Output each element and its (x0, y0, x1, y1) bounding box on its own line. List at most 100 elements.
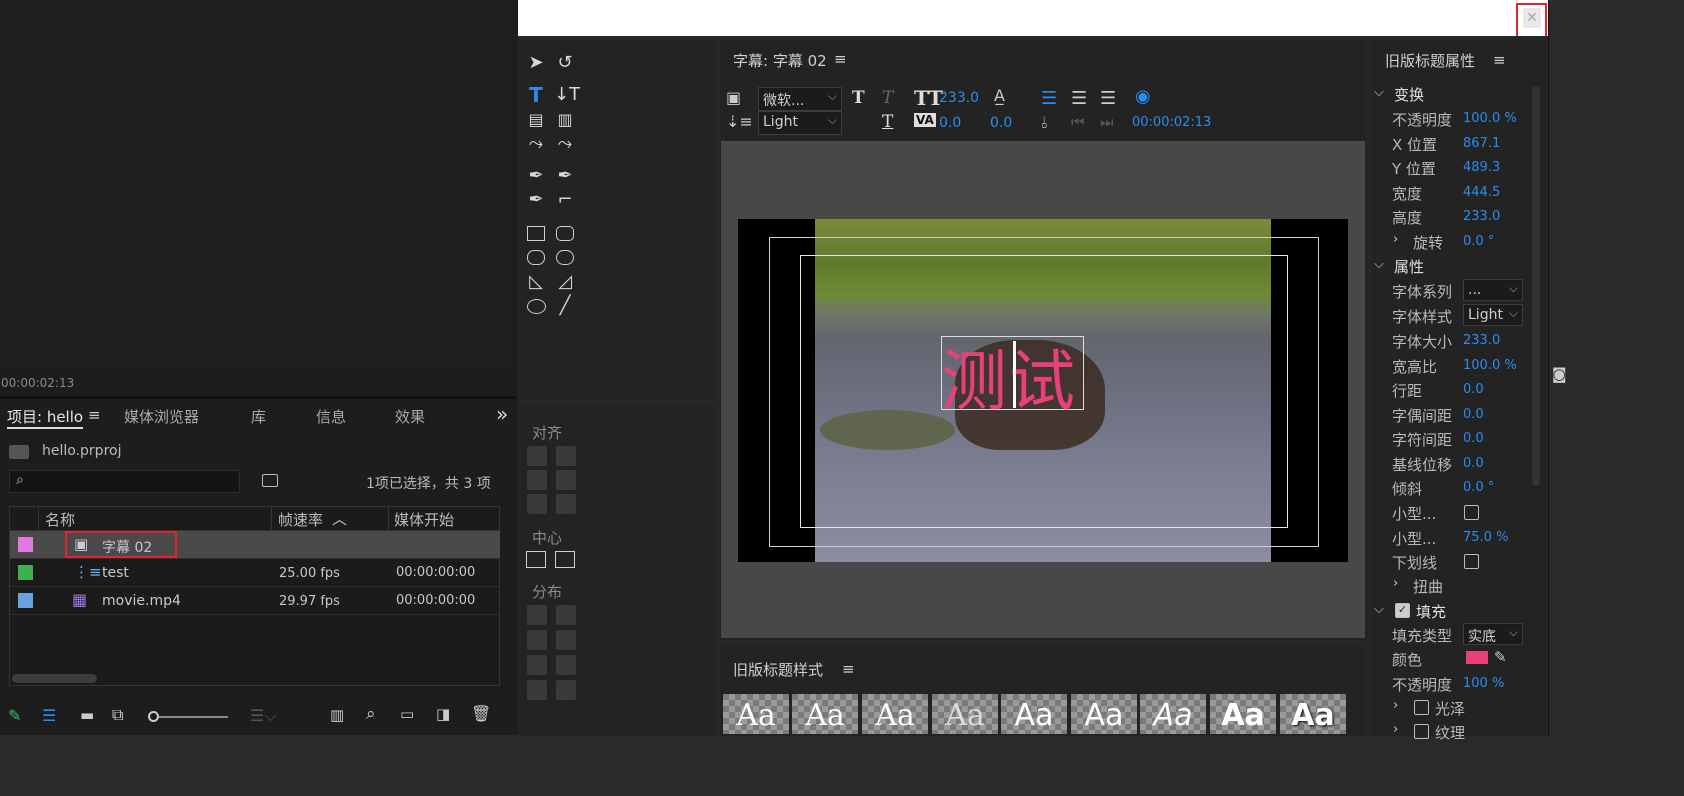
show-background-icon[interactable]: ◉ (1135, 86, 1151, 107)
underline-icon[interactable]: T (882, 112, 893, 132)
align-bottom-icon[interactable] (556, 494, 576, 514)
panel-menu-icon[interactable]: ≡ (834, 50, 847, 68)
line-tool-icon[interactable]: ╱ (554, 295, 576, 317)
baseline-value[interactable]: 0.0 (1463, 456, 1484, 471)
align-left-text-icon[interactable]: ☰ (1041, 88, 1057, 109)
sheen-chevron-icon[interactable]: › (1393, 698, 1398, 713)
properties-menu-icon[interactable]: ≡ (1493, 51, 1506, 69)
fill-chevron-icon[interactable]: ⌵ (1374, 602, 1384, 617)
close-icon[interactable]: ✕ (1523, 8, 1541, 28)
zoom-slider[interactable] (148, 711, 228, 722)
table-row[interactable]: ⋮≡ test 25.00 fps 00:00:00:00 (10, 559, 500, 587)
column-name[interactable]: 名称 (45, 509, 75, 530)
rotation-chevron-icon[interactable]: › (1393, 232, 1398, 247)
icon-view-icon[interactable]: ▬ (80, 706, 94, 724)
editor-timecode[interactable]: 00:00:02:13 (1132, 115, 1211, 130)
tab-stops-icon[interactable]: ⇣≡ (726, 112, 753, 131)
smallcaps-checkbox[interactable] (1464, 505, 1479, 520)
next-frame-icon[interactable]: ⏭ (1100, 113, 1114, 131)
column-fps[interactable]: 帧速率 (278, 509, 323, 530)
distribute-vcenter-icon[interactable] (556, 630, 576, 650)
align-center-text-icon[interactable]: ☰ (1071, 88, 1087, 109)
fill-header[interactable]: 填充 (1416, 601, 1446, 622)
bold-icon[interactable]: T (852, 88, 865, 108)
prop-font-size-value[interactable]: 233.0 (1463, 333, 1500, 348)
prop-font-style-dropdown[interactable]: Light (1463, 304, 1523, 326)
style-tile[interactable]: Aa (1071, 694, 1137, 734)
prop-font-family-dropdown[interactable]: ... (1463, 279, 1523, 301)
new-item-icon[interactable]: ◨ (436, 705, 450, 723)
distribute-v-spacing-icon[interactable] (556, 680, 576, 700)
opacity-value[interactable]: 100.0 % (1463, 111, 1517, 126)
type-tool-icon[interactable]: T (525, 84, 547, 106)
tab-library[interactable]: 库 (251, 406, 266, 427)
align-left-icon[interactable] (527, 446, 547, 466)
search-input[interactable]: ⌕ (9, 470, 240, 493)
font-family-dropdown[interactable]: 微软... (758, 87, 842, 111)
path-type-tool-icon[interactable]: ⤳ (525, 133, 547, 155)
tab-media-browser[interactable]: 媒体浏览器 (124, 406, 199, 427)
rotation-value[interactable]: 0.0 ° (1463, 234, 1494, 249)
table-row[interactable]: ▦ movie.mp4 29.97 fps 00:00:00:00 (10, 587, 500, 615)
new-bin-icon[interactable]: ▭ (400, 705, 414, 723)
vertical-type-tool-icon[interactable]: ↓T (554, 84, 580, 106)
font-size-value[interactable]: 233.0 (939, 90, 979, 106)
distort-chevron-icon[interactable]: › (1393, 576, 1398, 591)
freeform-view-icon[interactable]: ⧉ (112, 705, 123, 725)
tab-info[interactable]: 信息 (316, 406, 346, 427)
prev-frame-icon[interactable]: ⏮ (1071, 113, 1085, 131)
wedge-tool-icon[interactable]: ◺ (525, 271, 547, 293)
properties-scrollbar[interactable] (1532, 86, 1540, 486)
style-tile[interactable]: Aa (1001, 694, 1067, 734)
leading-value[interactable]: 0.0 (1463, 382, 1484, 397)
prop-tracking-value[interactable]: 0.0 (1463, 431, 1484, 446)
fill-checkbox[interactable]: ✓ (1395, 603, 1410, 618)
style-tile[interactable]: Aa (1140, 694, 1206, 734)
italic-icon[interactable]: T (882, 88, 893, 108)
font-style-dropdown[interactable]: Light (758, 111, 842, 135)
properties-chevron-icon[interactable]: ⌵ (1374, 257, 1384, 272)
more-tabs-icon[interactable]: » (496, 402, 508, 426)
transform-chevron-icon[interactable]: ⌵ (1374, 85, 1384, 100)
sort-ascending-icon[interactable]: ︿ (332, 508, 347, 529)
ellipse-tool-icon[interactable] (527, 299, 546, 314)
zoom-slider-handle[interactable] (148, 711, 159, 722)
fill-color-swatch[interactable] (1466, 651, 1488, 664)
x-position-value[interactable]: 867.1 (1463, 136, 1500, 151)
label-color-swatch[interactable] (18, 565, 33, 580)
distribute-left-icon[interactable] (527, 605, 547, 625)
fill-type-dropdown[interactable]: 实底 (1463, 623, 1523, 645)
add-anchor-tool-icon[interactable]: ✒ (525, 189, 547, 211)
style-tile[interactable]: Aa (723, 694, 789, 734)
underline-checkbox[interactable] (1464, 554, 1479, 569)
distribute-hcenter-icon[interactable] (527, 630, 547, 650)
area-type-tool-icon[interactable]: ▤ (525, 109, 547, 131)
rotation-tool-icon[interactable]: ↺ (554, 52, 576, 74)
roll-crawl-icon[interactable]: ▣ (726, 88, 741, 107)
trash-icon[interactable]: 🗑 (471, 704, 491, 723)
align-vcenter-icon[interactable] (556, 470, 576, 490)
selection-tool-icon[interactable]: ➤ (525, 52, 547, 74)
distribute-bottom-icon[interactable] (556, 655, 576, 675)
texture-chevron-icon[interactable]: › (1393, 722, 1398, 737)
tab-effects[interactable]: 效果 (395, 406, 425, 427)
horizontal-scrollbar[interactable] (12, 674, 97, 683)
rounded-rectangle-tool-icon[interactable] (556, 226, 574, 241)
vertical-path-type-tool-icon[interactable]: ⤳ (554, 133, 576, 155)
smallcaps-size-value[interactable]: 75.0 % (1463, 530, 1508, 545)
delete-anchor-tool-icon[interactable]: ✒ (554, 165, 576, 187)
center-vertical-icon[interactable] (555, 551, 575, 568)
new-bin-from-search-icon[interactable] (262, 474, 278, 487)
style-tile[interactable]: Aa (1210, 694, 1276, 734)
label-color-swatch[interactable] (18, 593, 33, 608)
pen-tool-icon[interactable]: ✒ (525, 165, 547, 187)
align-top-icon[interactable] (556, 446, 576, 466)
distribute-h-spacing-icon[interactable] (527, 680, 547, 700)
find-icon[interactable]: ⌕ (366, 704, 376, 724)
align-right-text-icon[interactable]: ☰ (1100, 88, 1116, 109)
distribute-right-icon[interactable] (527, 655, 547, 675)
sheen-checkbox[interactable] (1414, 700, 1429, 715)
convert-anchor-tool-icon[interactable]: ⌐ (554, 189, 576, 211)
automate-to-sequence-icon[interactable]: ▥ (330, 706, 344, 724)
prop-kerning-value[interactable]: 0.0 (1463, 407, 1484, 422)
